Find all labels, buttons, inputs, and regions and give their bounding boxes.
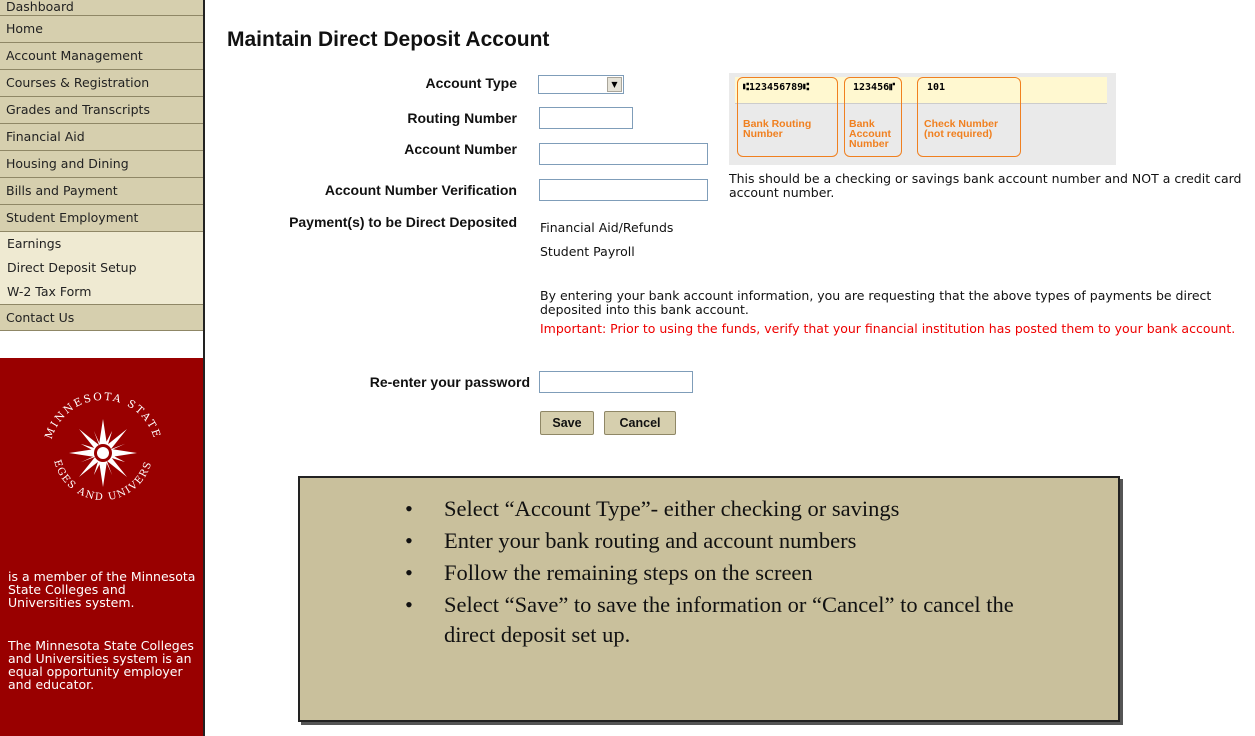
account-caption: Bank Account Number <box>849 118 891 150</box>
account-verification-input[interactable] <box>539 179 708 201</box>
important-warning: Important: Prior to using the funds, ver… <box>540 321 1236 336</box>
equal-opportunity-text: The Minnesota State Colleges and Univers… <box>8 638 194 692</box>
chevron-down-icon[interactable]: ▼ <box>607 77 622 92</box>
instruction-item: • Select “Account Type”- either checking … <box>300 494 1118 524</box>
save-button[interactable]: Save <box>540 411 594 435</box>
page-title: Maintain Direct Deposit Account <box>227 28 550 51</box>
instruction-text: Select “Account Type”- either checking o… <box>444 496 900 521</box>
check-number-caption: Check Number (not required) <box>924 118 999 140</box>
instruction-text: Follow the remaining steps on the screen <box>444 560 813 585</box>
instruction-item: • Select “Save” to save the information o… <box>300 590 1118 650</box>
system-info-panel: MINNESOTA STATE COLLEGES AND UNIVERSITIE… <box>0 358 203 736</box>
account-number-input[interactable] <box>539 143 708 165</box>
routing-highlight-box <box>737 77 838 157</box>
nav-item-contact-us[interactable]: Contact Us <box>0 304 203 331</box>
account-number-label: Account Number <box>404 141 517 157</box>
payment-type-student-payroll: Student Payroll <box>540 244 635 259</box>
nav-item-courses-registration[interactable]: Courses & Registration <box>0 70 203 97</box>
account-verification-label: Account Number Verification <box>324 182 517 198</box>
nav-item-account-management[interactable]: Account Management <box>0 43 203 70</box>
instructions-box: • Select “Account Type”- either checking … <box>298 476 1120 722</box>
check-number-highlight-box <box>917 77 1021 157</box>
routing-caption: Bank Routing Number <box>743 118 812 140</box>
password-input[interactable] <box>539 371 693 393</box>
nav-item-home[interactable]: Home <box>0 16 203 43</box>
mnscu-seal-logo: MINNESOTA STATE COLLEGES AND UNIVERSITIE… <box>30 380 161 503</box>
account-type-select[interactable]: ▼ <box>538 75 624 94</box>
password-label: Re-enter your password <box>369 374 530 390</box>
instructions-list: • Select “Account Type”- either checking … <box>300 494 1118 652</box>
nav-item-financial-aid[interactable]: Financial Aid <box>0 124 203 151</box>
bullet-icon: • <box>405 528 413 553</box>
account-type-note: This should be a checking or savings ban… <box>729 171 1242 200</box>
nav-item-dashboard[interactable]: Dashboard <box>0 0 203 16</box>
subnav-item-direct-deposit-setup[interactable]: Direct Deposit Setup <box>0 256 203 280</box>
payments-label: Payment(s) to be Direct Deposited <box>289 214 517 230</box>
instruction-text: Select “Save” to save the information or… <box>444 592 1014 647</box>
routing-number-input[interactable] <box>539 107 633 129</box>
bullet-icon: • <box>405 496 413 521</box>
nav-item-grades-transcripts[interactable]: Grades and Transcripts <box>0 97 203 124</box>
nav-item-student-employment[interactable]: Student Employment <box>0 205 203 232</box>
routing-number-label: Routing Number <box>407 110 517 126</box>
subnav-item-w2-tax-form[interactable]: W-2 Tax Form <box>0 280 203 304</box>
sidebar-divider <box>203 0 205 736</box>
instruction-item: • Enter your bank routing and account num… <box>300 526 1118 556</box>
subnav-item-earnings[interactable]: Earnings <box>0 232 203 256</box>
cancel-button[interactable]: Cancel <box>604 411 676 435</box>
check-diagram-image: ⑆123456789⑆ 123456⑈ 101 Bank Routing Num… <box>729 73 1116 165</box>
instruction-text: Enter your bank routing and account numb… <box>444 528 857 553</box>
instruction-item: • Follow the remaining steps on the scree… <box>300 558 1118 588</box>
nav-item-housing-dining[interactable]: Housing and Dining <box>0 151 203 178</box>
bullet-icon: • <box>405 592 413 617</box>
nav-item-bills-payment[interactable]: Bills and Payment <box>0 178 203 205</box>
account-type-label: Account Type <box>425 75 517 91</box>
member-text: is a member of the Minnesota State Colle… <box>8 569 196 610</box>
bullet-icon: • <box>405 560 413 585</box>
consent-text: By entering your bank account informatio… <box>540 288 1212 317</box>
sidebar: Dashboard Home Account Management Course… <box>0 0 203 736</box>
payment-type-financial-aid: Financial Aid/Refunds <box>540 220 674 235</box>
